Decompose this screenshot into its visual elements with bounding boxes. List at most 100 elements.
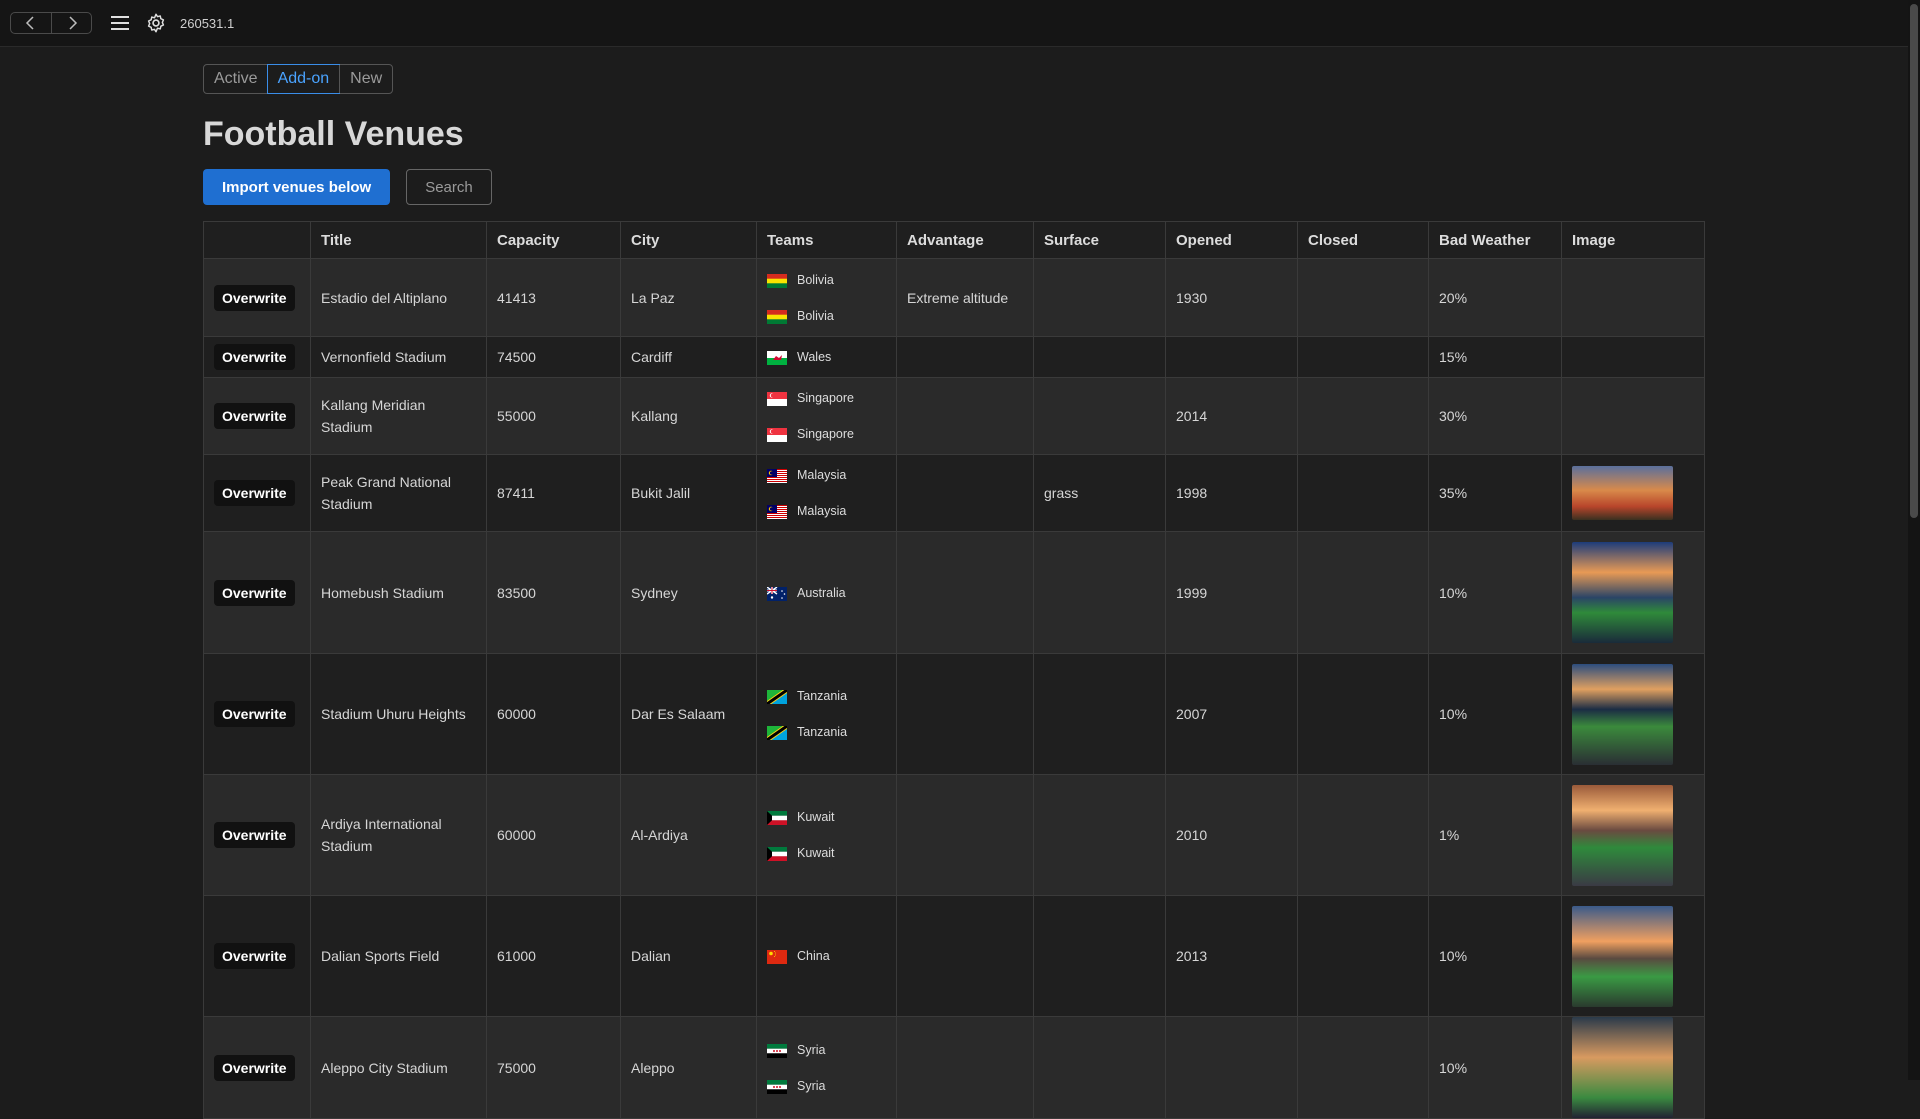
back-button[interactable]	[11, 13, 51, 33]
nav-button-group	[10, 12, 92, 34]
column-header-teams[interactable]: Teams	[756, 221, 897, 259]
overwrite-button[interactable]: Overwrite	[214, 701, 295, 727]
top-toolbar: 260531.1	[0, 0, 1908, 47]
flag-icon	[767, 391, 787, 406]
table-row[interactable]: Overwrite Ardiya International Stadium 600…	[203, 774, 1705, 896]
cell-capacity: 74500	[486, 336, 621, 378]
search-button[interactable]: Search	[406, 169, 492, 205]
overwrite-button[interactable]: Overwrite	[214, 943, 295, 969]
team-entry: Tanzania	[765, 678, 886, 714]
cell-title: Peak Grand National Stadium	[310, 454, 487, 532]
column-header-city[interactable]: City	[620, 221, 757, 259]
stadium-thumbnail[interactable]	[1572, 466, 1673, 520]
table-row[interactable]: Overwrite Peak Grand National Stadium 8741…	[203, 454, 1705, 532]
cell-capacity: 60000	[486, 774, 621, 896]
stadium-thumbnail[interactable]	[1572, 784, 1673, 886]
stadium-thumbnail[interactable]	[1572, 905, 1673, 1007]
table-row[interactable]: Overwrite Vernonfield Stadium 74500 Cardiff…	[203, 336, 1705, 378]
team-name: Malaysia	[797, 504, 847, 518]
flag-icon	[767, 468, 787, 483]
cell-closed	[1297, 336, 1429, 378]
table-row[interactable]: Overwrite Stadium Uhuru Heights 60000 Dar E…	[203, 653, 1705, 775]
stadium-thumbnail[interactable]	[1572, 542, 1673, 643]
table-row[interactable]: Overwrite Dalian Sports Field 61000 Dalian C…	[203, 895, 1705, 1017]
overwrite-button[interactable]: Overwrite	[214, 579, 295, 606]
flag-icon	[767, 504, 787, 519]
cell-advantage	[896, 653, 1034, 775]
stadium-thumbnail[interactable]	[1572, 1017, 1673, 1118]
cell-city: Cardiff	[620, 336, 757, 378]
cell-opened: 2010	[1165, 774, 1298, 896]
overwrite-button[interactable]: Overwrite	[214, 1054, 295, 1081]
cell-surface	[1033, 531, 1166, 654]
row-action-cell: Overwrite	[203, 895, 311, 1017]
cell-image	[1561, 1016, 1705, 1119]
row-action-cell: Overwrite	[203, 1016, 311, 1119]
scrollbar[interactable]	[1908, 0, 1920, 1080]
scrollbar-thumb[interactable]	[1910, 4, 1918, 518]
cell-city: Aleppo	[620, 1016, 757, 1119]
column-header-image[interactable]: Image	[1561, 221, 1705, 259]
import-venues-button[interactable]: Import venues below	[203, 169, 391, 205]
forward-button[interactable]	[51, 13, 91, 33]
team-entry: Malaysia	[767, 457, 886, 493]
version-label: 260531.1	[180, 15, 235, 31]
row-action-cell: Overwrite	[203, 531, 311, 654]
cell-opened: 2013	[1165, 895, 1298, 1017]
cell-city: La Paz	[620, 258, 757, 337]
column-header-capacity[interactable]: Capacity	[486, 221, 621, 259]
column-header-title[interactable]: Title	[310, 221, 487, 259]
table-row[interactable]: Overwrite Aleppo City Stadium 75000 Aleppo S…	[203, 1016, 1705, 1119]
stadium-thumbnail[interactable]	[1572, 663, 1673, 765]
cell-advantage	[896, 531, 1034, 654]
team-name: Malaysia	[797, 468, 847, 482]
cell-surface	[1033, 377, 1166, 455]
menu-button[interactable]	[106, 9, 134, 37]
flag-icon	[766, 585, 787, 601]
column-header-advantage[interactable]: Advantage	[896, 221, 1034, 259]
column-header-surface[interactable]: Surface	[1033, 221, 1166, 259]
cell-city: Bukit Jalil	[620, 454, 757, 532]
tab-add-on[interactable]: Add-on	[266, 64, 341, 94]
cell-city: Dalian	[620, 895, 757, 1017]
cell-opened: 1999	[1165, 531, 1298, 654]
overwrite-button[interactable]: Overwrite	[214, 822, 295, 848]
cell-capacity: 83500	[486, 531, 621, 654]
tab-new[interactable]: New	[339, 65, 392, 93]
cell-teams: China	[756, 895, 897, 1017]
flag-icon	[767, 309, 787, 324]
cell-title: Vernonfield Stadium	[310, 336, 487, 378]
table-row[interactable]: Overwrite Homebush Stadium 83500 Sydney Aust…	[203, 531, 1705, 654]
cell-advantage	[896, 336, 1034, 378]
team-entry: Syria	[767, 1068, 886, 1104]
cell-opened: 1930	[1165, 258, 1298, 337]
cell-bad-weather: 35%	[1428, 454, 1562, 532]
cell-bad-weather: 10%	[1428, 1016, 1562, 1119]
cell-surface	[1033, 258, 1166, 337]
table-row[interactable]: Overwrite Kallang Meridian Stadium 55000 Ka…	[203, 377, 1705, 455]
column-header-closed[interactable]: Closed	[1297, 221, 1429, 259]
overwrite-button[interactable]: Overwrite	[214, 480, 295, 506]
table-row[interactable]: Overwrite Estadio del Altiplano 41413 La Pa…	[203, 258, 1705, 337]
flag-icon	[767, 846, 787, 861]
flag-icon	[767, 273, 787, 288]
cell-opened	[1165, 1016, 1298, 1119]
cell-teams: Wales	[756, 336, 897, 378]
table-header-row: Title Capacity City Teams Advantage Surf…	[203, 221, 1705, 259]
flag-icon	[765, 687, 789, 707]
column-header-bad-weather[interactable]: Bad Weather	[1428, 221, 1562, 259]
overwrite-button[interactable]: Overwrite	[214, 284, 295, 311]
cell-image	[1561, 377, 1705, 455]
overwrite-button[interactable]: Overwrite	[214, 403, 295, 429]
cell-bad-weather: 1%	[1428, 774, 1562, 896]
settings-button[interactable]	[142, 9, 170, 37]
overwrite-button[interactable]: Overwrite	[214, 344, 295, 370]
cell-image	[1561, 774, 1705, 896]
team-entry: Singapore	[767, 380, 886, 416]
row-action-cell: Overwrite	[203, 377, 311, 455]
tab-active[interactable]: Active	[204, 65, 268, 93]
team-entry: Australia	[766, 575, 886, 611]
column-header-opened[interactable]: Opened	[1165, 221, 1298, 259]
cell-capacity: 75000	[486, 1016, 621, 1119]
cell-teams: Singapore Singapore	[756, 377, 897, 455]
